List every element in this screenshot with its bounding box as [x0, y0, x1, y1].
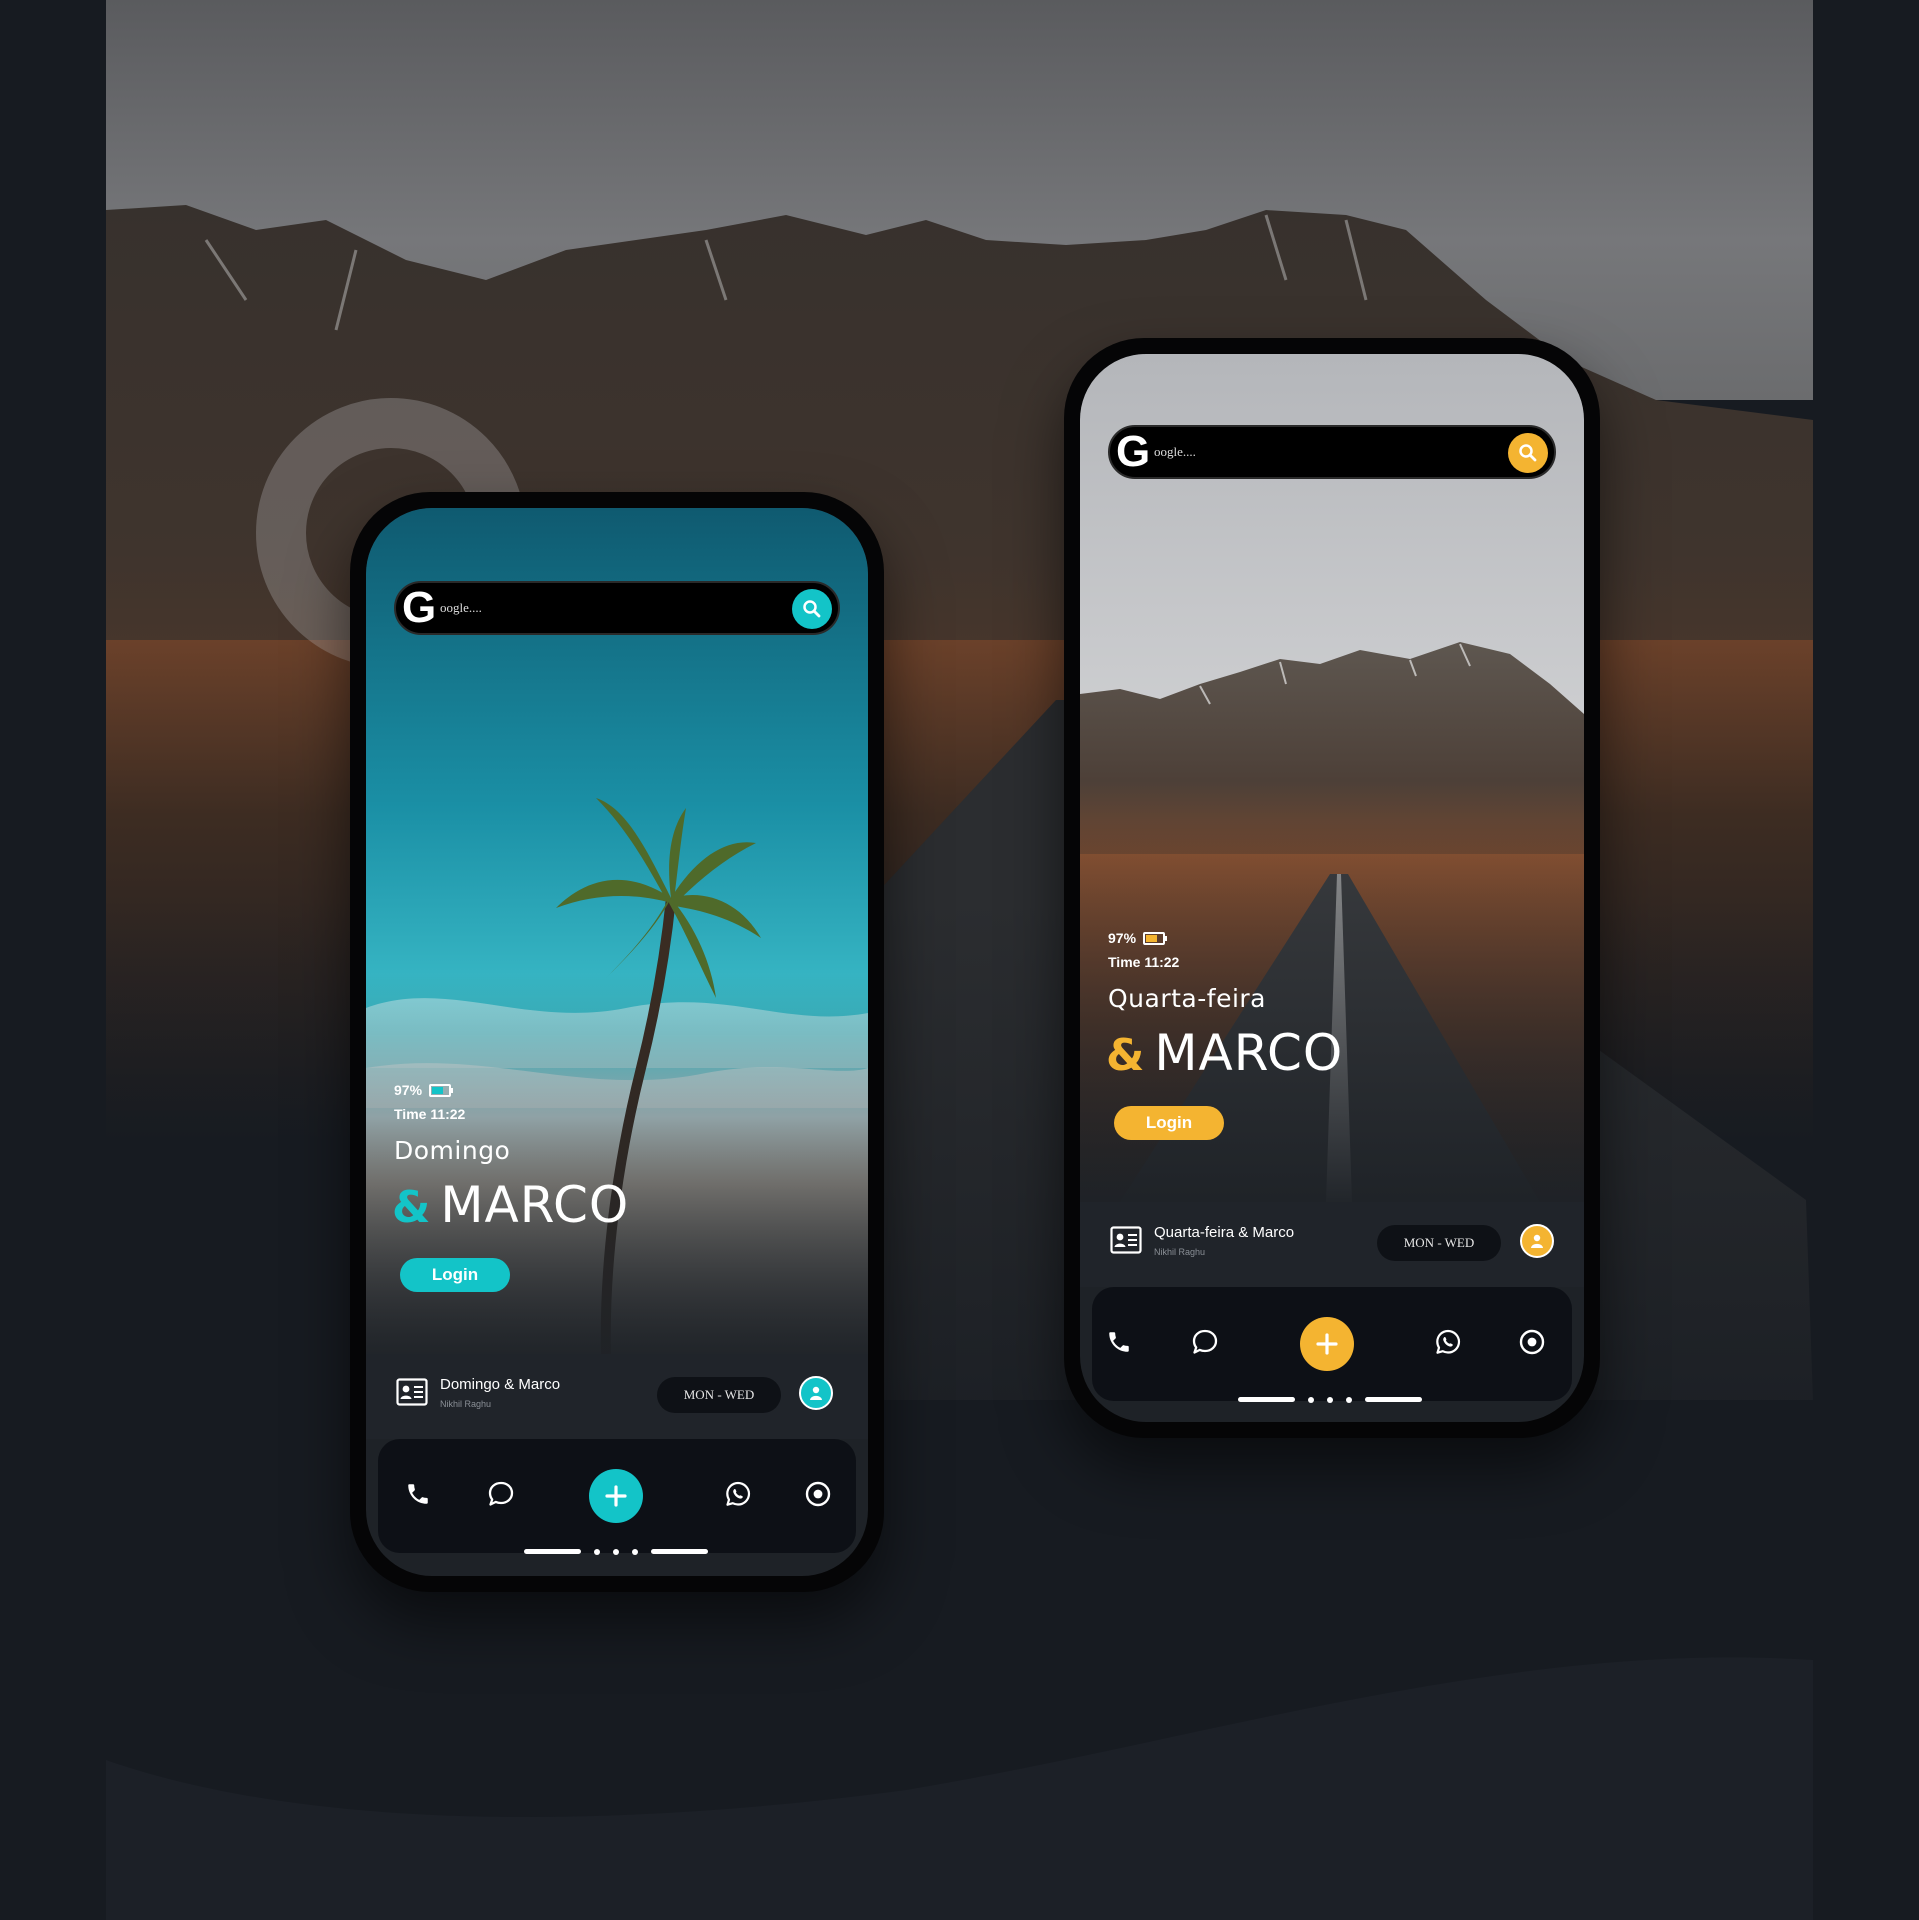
contact-bar: Domingo & Marco Nikhil Raghu MON - WED [366, 1354, 868, 1439]
plus-icon [605, 1485, 627, 1507]
indicator-dot [632, 1548, 638, 1555]
search-icon [803, 600, 821, 618]
nav-whatsapp[interactable] [1431, 1325, 1465, 1359]
battery-icon [429, 1083, 454, 1097]
phone-right-screen: G oogle.... 97% Time 11:22 Quarta-feira … [1080, 354, 1584, 1422]
whatsapp-icon [726, 1481, 751, 1506]
add-button[interactable] [1300, 1317, 1354, 1371]
nav-record[interactable] [1515, 1325, 1549, 1359]
user-icon [810, 1386, 822, 1400]
status-block: 97% Time 11:22 [394, 1082, 465, 1122]
contact-card-icon [1110, 1226, 1142, 1254]
ampersand: & [1106, 1030, 1145, 1081]
battery-icon [1143, 931, 1168, 945]
google-logo: G [1116, 427, 1151, 476]
status-block: 97% Time 11:22 [1108, 930, 1179, 970]
search-bar[interactable]: G oogle.... [394, 581, 840, 635]
indicator-dot [1346, 1396, 1352, 1403]
user-name: MARCO [440, 1176, 630, 1234]
login-button[interactable]: Login [400, 1258, 510, 1292]
indicator-bar [1238, 1397, 1295, 1402]
page-indicator [1238, 1396, 1422, 1403]
record-icon [805, 1481, 831, 1507]
plus-icon [1316, 1333, 1338, 1355]
user-icon [1531, 1234, 1543, 1248]
nav-record[interactable] [801, 1477, 835, 1511]
login-button[interactable]: Login [1114, 1106, 1224, 1140]
google-logo: G [402, 583, 437, 632]
nav-phone[interactable] [1102, 1325, 1136, 1359]
phone-icon [408, 1484, 428, 1504]
title-row: & MARCO [1106, 1024, 1343, 1082]
phone-icon [1109, 1332, 1129, 1352]
nav-chat[interactable] [1188, 1325, 1222, 1359]
contact-subtitle: Nikhil Raghu [1154, 1247, 1206, 1257]
nav-whatsapp[interactable] [721, 1477, 755, 1511]
contact-title: Domingo & Marco [440, 1376, 561, 1393]
bottom-nav [378, 1439, 856, 1555]
indicator-bar [1365, 1397, 1422, 1402]
search-placeholder: oogle.... [440, 600, 482, 615]
contact-card-icon [396, 1378, 428, 1406]
phone-right: G oogle.... 97% Time 11:22 Quarta-feira … [1064, 338, 1600, 1438]
phone-left: G oogle.... 97% Time 11:22 Domingo & MAR… [350, 492, 884, 1592]
indicator-bar [651, 1549, 708, 1554]
days-pill[interactable]: MON - WED [1377, 1225, 1501, 1261]
clock-time: Time 11:22 [394, 1106, 466, 1122]
chat-bubble-icon [488, 1481, 514, 1506]
add-button[interactable] [589, 1469, 643, 1523]
phone-left-screen: G oogle.... 97% Time 11:22 Domingo & MAR… [366, 508, 868, 1576]
record-icon [1519, 1329, 1545, 1355]
nav-chat[interactable] [484, 1477, 518, 1511]
search-button[interactable] [792, 589, 832, 629]
whatsapp-icon [1436, 1329, 1461, 1354]
avatar[interactable] [799, 1376, 833, 1410]
page-indicator [524, 1548, 708, 1555]
nav-phone[interactable] [401, 1477, 435, 1511]
ampersand: & [392, 1182, 431, 1233]
contact-title: Quarta-feira & Marco [1154, 1224, 1295, 1241]
indicator-dot [613, 1548, 619, 1555]
days-pill[interactable]: MON - WED [657, 1377, 781, 1413]
search-placeholder: oogle.... [1154, 444, 1196, 459]
indicator-dot [1308, 1396, 1314, 1403]
bottom-nav [1092, 1287, 1572, 1403]
clock-time: Time 11:22 [1108, 954, 1180, 970]
search-bar[interactable]: G oogle.... [1108, 425, 1556, 479]
contact-bar: Quarta-feira & Marco Nikhil Raghu MON - … [1080, 1202, 1584, 1287]
battery-percent: 97% [394, 1082, 423, 1098]
chat-bubble-icon [1192, 1329, 1218, 1354]
search-button[interactable] [1508, 433, 1548, 473]
day-label: Quarta-feira [1108, 984, 1266, 1013]
indicator-bar [524, 1549, 581, 1554]
battery-percent: 97% [1108, 930, 1137, 946]
user-name: MARCO [1154, 1024, 1344, 1082]
avatar[interactable] [1520, 1224, 1554, 1258]
search-icon [1519, 444, 1537, 462]
day-label: Domingo [394, 1136, 511, 1165]
contact-subtitle: Nikhil Raghu [440, 1399, 492, 1409]
indicator-dot [594, 1548, 600, 1555]
indicator-dot [1327, 1396, 1333, 1403]
title-row: & MARCO [392, 1176, 629, 1234]
